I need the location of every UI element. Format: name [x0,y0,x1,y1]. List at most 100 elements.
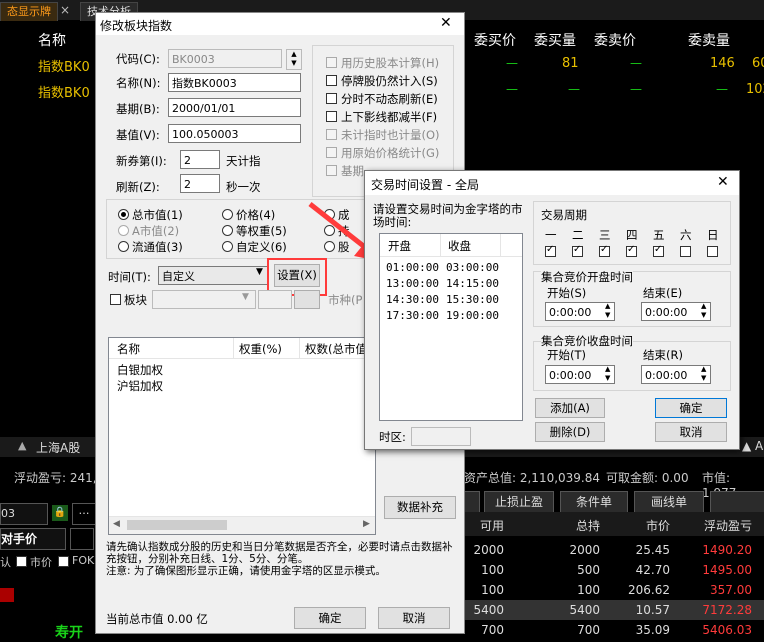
code-input[interactable]: 03 [0,503,48,525]
conditional-order-button[interactable]: 条件单 [560,491,628,514]
weight-radio[interactable] [118,241,129,252]
delete-button[interactable]: 删除(D) [535,422,605,442]
option-checkbox[interactable] [326,57,337,68]
block-select[interactable] [152,290,256,309]
new-stock-input[interactable]: 2 [180,150,220,169]
close-icon[interactable]: × [60,3,70,17]
lock-icon[interactable]: 🔒 [52,505,68,521]
timezone-input[interactable] [411,427,471,446]
base-value-input[interactable]: 100.050003 [168,124,301,143]
col-close-header[interactable]: 收盘 [448,238,471,254]
price-type-select[interactable]: 对手价 [0,528,66,550]
market-tab[interactable]: 上海A股 [36,439,80,456]
weight-radio[interactable] [118,209,129,220]
right-market-tab[interactable]: ▲ A [742,439,763,453]
market-price-checkbox[interactable] [16,556,27,567]
partial-button-right[interactable] [710,491,764,514]
time-spinner[interactable]: ▲ ▼ [701,302,706,320]
weekday-checkbox[interactable] [707,246,718,257]
row-name[interactable]: 指数BK0 [38,56,90,75]
refresh-input[interactable]: 2 [180,174,220,193]
list-header-name[interactable]: 名称 [117,341,140,357]
partial-button[interactable] [464,491,480,514]
table-cell: 2000 [473,543,504,557]
line-order-button[interactable]: 画线单 [634,491,704,514]
bottom-label: 寿开 [55,625,83,641]
session-row[interactable]: 14:30:00 15:30:00 [380,292,520,308]
option-checkbox[interactable] [326,165,337,176]
option-checkbox[interactable] [326,129,337,140]
option-checkbox[interactable] [326,111,337,122]
chevron-left-icon[interactable]: ◀ [113,519,120,529]
stop-loss-button[interactable]: 止损止盈 [484,491,554,514]
weight-radio[interactable] [222,209,233,220]
close-icon[interactable]: ✕ [440,15,452,31]
option-label: 分时不动态刷新(E) [341,92,438,106]
table-row[interactable]: 100 500 42.70 1495.00 [464,560,764,580]
weight-radio[interactable] [222,225,233,236]
time-spinner[interactable]: ▲ ▼ [605,365,610,383]
list-item[interactable]: 白银加权 [117,362,163,378]
weekday-checkbox[interactable] [626,244,637,257]
fok-checkbox[interactable] [58,556,69,567]
session-row[interactable]: 17:30:00 19:00:00 [380,308,520,324]
weight-radio[interactable] [118,225,129,236]
weekday-checkbox[interactable] [680,246,691,257]
name-input[interactable]: 指数BK0003 [168,73,301,92]
time-select[interactable]: 自定义 [158,266,268,285]
base-date-label: 基期(B): [116,102,160,116]
table-row[interactable]: 700 700 35.09 5406.03 [464,620,764,640]
cancel-button[interactable]: 取消 [378,607,450,629]
col-open-header[interactable]: 开盘 [388,238,411,254]
data-fill-button[interactable]: 数据补充 [384,496,456,519]
block-apply-button[interactable] [294,290,320,309]
list-header-count[interactable]: 权数(总市值 [305,341,367,357]
ok-button[interactable]: 确定 [655,398,727,418]
table-cell: 5400 [569,603,600,617]
option-checkbox[interactable] [326,75,337,86]
ok-button[interactable]: 确定 [294,607,366,629]
block-extra-input[interactable] [258,290,292,309]
table-cell: 7172.28 [702,603,752,617]
option-checkbox[interactable] [326,147,337,158]
weekday-checkbox[interactable] [653,244,664,257]
session-list[interactable]: 开盘 收盘 01:00:00 03:00:00 13:00:00 14:15:00 14… [379,233,523,421]
block-checkbox[interactable] [110,294,121,305]
header-available: 可用 [479,519,504,533]
base-date-input[interactable]: 2000/01/01 [168,98,301,117]
time-spinner[interactable]: ▲ ▼ [605,302,610,320]
weekday-checkbox[interactable] [599,244,610,257]
time-spinner[interactable]: ▲ ▼ [701,365,706,383]
code-input[interactable]: BK0003 [168,49,282,68]
session-close: 19:00:00 [446,309,499,322]
list-scrollbar[interactable]: ◀ ▶ [109,516,375,534]
list-header-weight[interactable]: 权重(%) [239,341,282,357]
chevron-down-icon[interactable] [70,528,94,550]
session-row[interactable]: 01:00:00 03:00:00 [380,260,520,276]
option-checkbox[interactable] [326,93,337,104]
weight-radio[interactable] [222,241,233,252]
scroll-thumb[interactable] [127,520,227,530]
row-name[interactable]: 指数BK0 [38,82,90,101]
tab-dynamic-board[interactable]: 态显示牌 [0,2,58,21]
table-row[interactable]: 100 100 206.62 357.00 [464,580,764,600]
weekday-label: 二 [572,228,584,242]
chevron-right-icon[interactable]: ▶ [363,519,370,529]
chevron-down-icon[interactable]: ▼ [256,267,263,277]
row-extra: 102 [746,82,764,97]
weekday-checkbox[interactable] [572,244,583,257]
add-button[interactable]: 添加(A) [535,398,605,418]
up-arrow-icon[interactable]: ▲ [18,439,26,452]
close-icon[interactable]: ✕ [717,174,729,190]
table-row[interactable]: 5400 5400 10.57 7172.28 [464,600,764,620]
chevron-down-icon[interactable]: ▼ [242,292,249,302]
cancel-button[interactable]: 取消 [655,422,727,442]
weekday-checkbox[interactable] [545,244,556,257]
table-row[interactable]: 2000 2000 25.45 1490.20 [464,540,764,560]
more-button[interactable]: … [72,503,96,525]
code-spinner[interactable]: ▲ ▼ [286,49,302,70]
row-bid-qty: — [568,82,580,96]
session-row[interactable]: 13:00:00 14:15:00 [380,276,520,292]
list-item[interactable]: 沪铝加权 [117,378,163,394]
component-list[interactable]: 名称 权重(%) 权数(总市值 白银加权 沪铝加权 ◀ ▶ [108,337,376,535]
